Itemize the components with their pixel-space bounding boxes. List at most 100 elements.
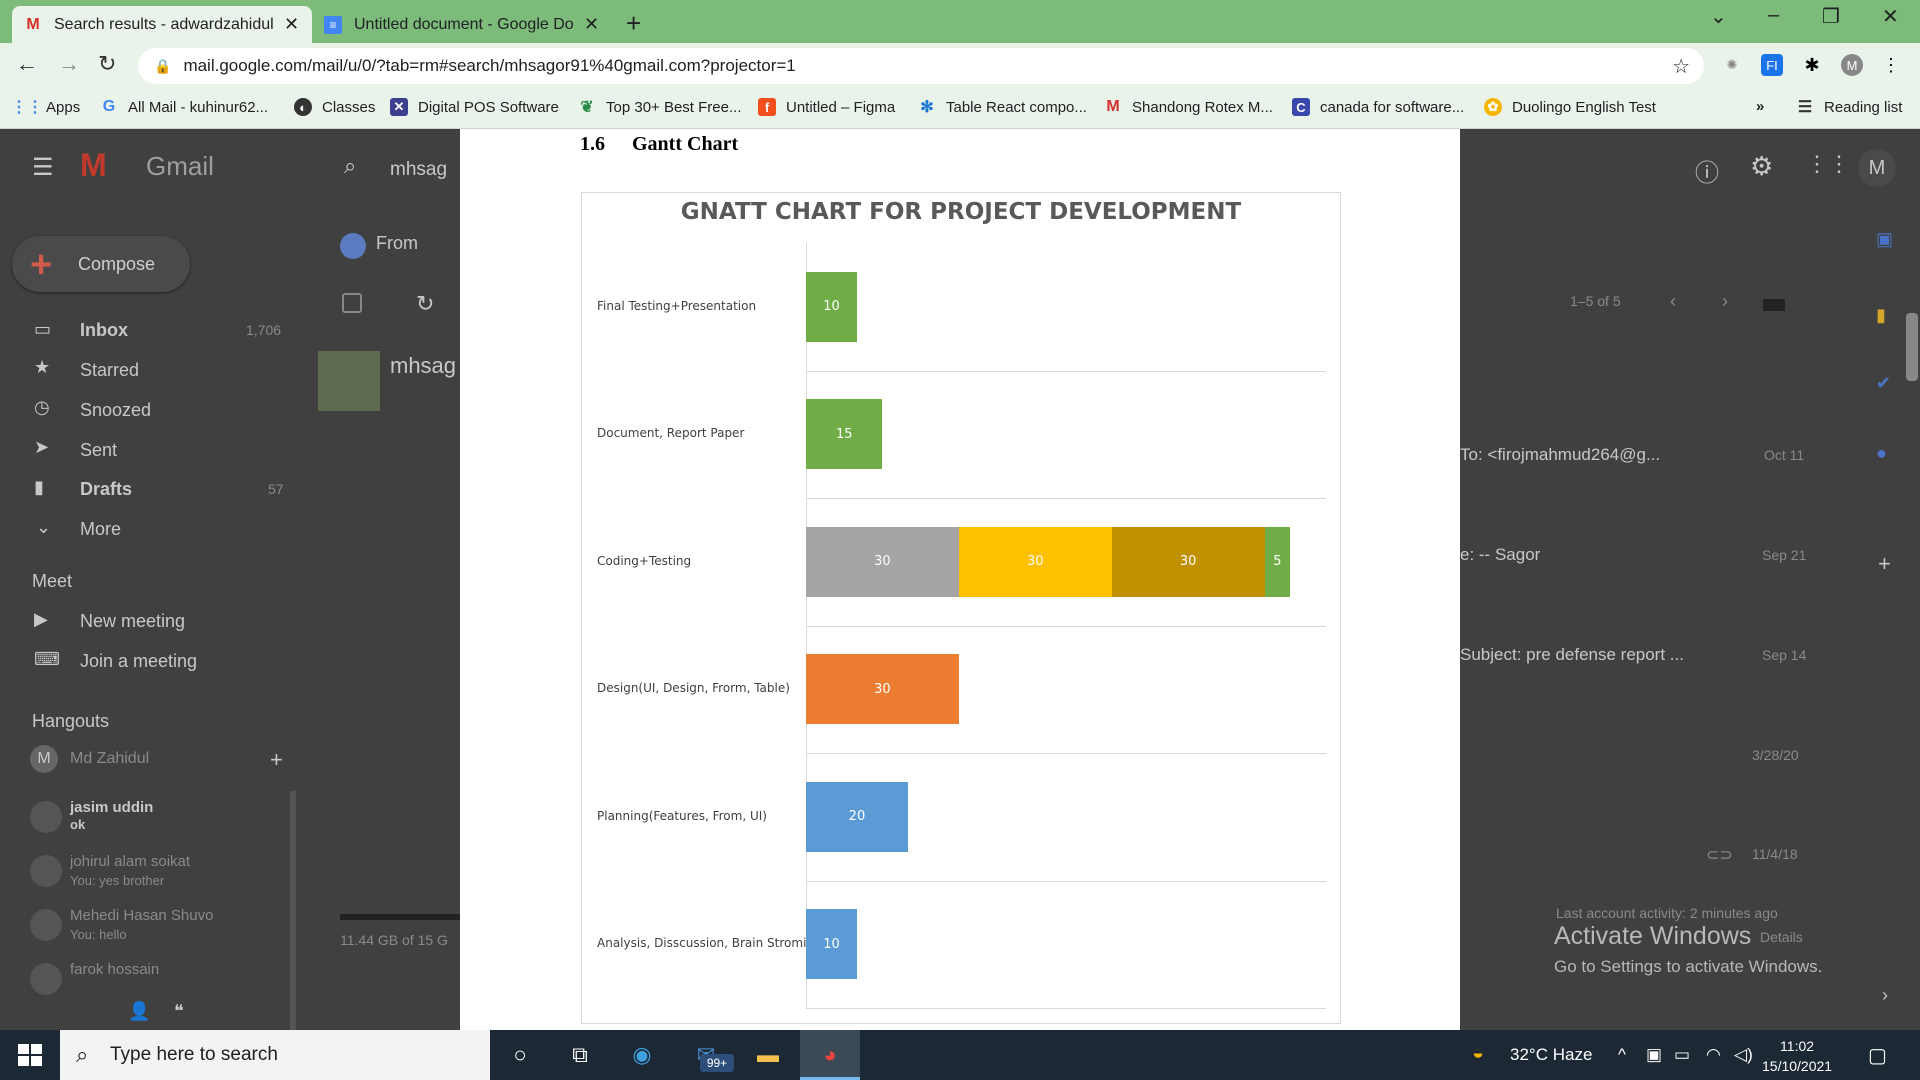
person-icon[interactable]: 👤 (128, 1001, 150, 1022)
contact-name[interactable]: jasim uddin (70, 799, 153, 816)
close-window-button[interactable]: ✕ (1882, 4, 1899, 29)
menu-dots-icon[interactable]: ⋮ (1880, 54, 1902, 76)
add-addon-icon[interactable]: + (1878, 551, 1891, 577)
nav-more[interactable]: More (80, 519, 121, 540)
contact-name[interactable]: johirul alam soikat (70, 853, 190, 870)
chevron-right-icon[interactable]: › (1882, 985, 1888, 1006)
bookmark-shandong[interactable]: M Shandong Rotex M... (1104, 98, 1273, 116)
send-icon: ➤ (34, 437, 50, 457)
nav-sent[interactable]: Sent (80, 440, 117, 461)
chart-gridline (806, 880, 1326, 882)
reading-list-button[interactable]: ☰ Reading list (1796, 98, 1903, 117)
close-tab-icon[interactable]: ✕ (584, 14, 599, 35)
join-meeting-link[interactable]: Join a meeting (80, 651, 197, 672)
keyboard-icon: ⌨ (34, 649, 60, 669)
bookmark-table-react[interactable]: ✻ Table React compo... (918, 98, 1087, 117)
battery-icon[interactable]: ▭ (1674, 1045, 1690, 1065)
puzzle-icon[interactable]: ✱ (1801, 54, 1823, 76)
chevron-down-icon: ⌄ (36, 517, 52, 537)
volume-icon[interactable]: ◁) (1734, 1045, 1753, 1065)
bookmark-top-30[interactable]: ❦ Top 30+ Best Free... (578, 98, 741, 117)
nav-drafts[interactable]: Drafts (80, 479, 132, 500)
bookmark-apps[interactable]: ⋮⋮ Apps (11, 98, 80, 117)
scrollbar[interactable] (1906, 313, 1918, 381)
email-snippet[interactable]: e: -- Sagor (1460, 545, 1540, 565)
input-tools-icon[interactable] (1763, 299, 1785, 311)
more-bookmarks-icon[interactable]: » (1756, 98, 1764, 115)
extension-fi-icon[interactable]: FI (1761, 54, 1783, 76)
settings-gear-icon[interactable]: ⚙ (1750, 151, 1773, 182)
account-avatar[interactable]: M (1858, 149, 1896, 187)
new-tab-button[interactable]: + (626, 8, 641, 39)
bookmark-canada[interactable]: C canada for software... (1292, 98, 1464, 116)
keep-icon[interactable]: ▮ (1876, 305, 1886, 326)
edge-icon[interactable]: ◉ (626, 1040, 658, 1070)
bookmark-label: canada for software... (1320, 98, 1465, 116)
chevron-up-icon[interactable]: ^ (1618, 1045, 1626, 1065)
bookmark-digital-pos[interactable]: ✕ Digital POS Software (390, 98, 559, 116)
system-clock[interactable]: 11:02 15/10/2021 (1762, 1036, 1832, 1076)
windows-start-icon[interactable] (18, 1044, 42, 1066)
add-contact-icon[interactable]: + (270, 747, 283, 773)
task-view-icon[interactable]: ⧉ (564, 1040, 596, 1070)
browser-tab-bar: M Search results - adwardzahidul19 ✕ ≡ U… (0, 0, 1920, 43)
hangouts-chat-icon[interactable]: ❝ (174, 1001, 184, 1022)
chevron-left-icon[interactable]: ‹ (1670, 291, 1676, 312)
minimize-button[interactable]: – (1768, 4, 1779, 27)
hangouts-user[interactable]: Md Zahidul (70, 750, 149, 768)
url-bar[interactable]: 🔒 mail.google.com/mail/u/0/?tab=rm#searc… (138, 48, 1704, 84)
lock-icon[interactable]: 🔒 (154, 58, 171, 75)
search-input[interactable]: mhsag (390, 159, 447, 181)
nav-snoozed[interactable]: Snoozed (80, 400, 151, 421)
calendar-icon[interactable]: ▣ (1876, 229, 1893, 250)
storage-text: 11.44 GB of 15 G (340, 932, 448, 948)
sender-preview[interactable]: mhsag (390, 353, 456, 379)
chevron-right-icon[interactable]: › (1722, 291, 1728, 312)
refresh-icon[interactable]: ↻ (416, 291, 434, 317)
from-filter[interactable]: From (376, 233, 418, 254)
back-button[interactable]: ← (16, 51, 38, 77)
compose-button[interactable]: + Compose (12, 236, 190, 292)
tab-search-icon[interactable]: ⌄ (1710, 4, 1727, 29)
extension-icon[interactable]: ✺ (1721, 54, 1743, 76)
google-apps-icon[interactable]: ⋮⋮ (1806, 151, 1850, 177)
meet-heading: Meet (32, 571, 73, 591)
restore-button[interactable]: ❐ (1822, 4, 1840, 29)
close-tab-icon[interactable]: ✕ (284, 14, 299, 35)
file-explorer-icon[interactable]: ▬ (752, 1040, 784, 1070)
taskbar-search-box[interactable]: ⌕ Type here to search (60, 1030, 490, 1080)
bookmark-star-icon[interactable]: ☆ (1672, 54, 1690, 79)
tasks-icon[interactable]: ✔ (1876, 373, 1891, 394)
reload-button[interactable]: ↻ (98, 51, 116, 77)
bookmark-label: Classes (322, 98, 376, 116)
contact-name[interactable]: Mehedi Hasan Shuvo (70, 907, 213, 924)
contact-name[interactable]: farok hossain (70, 961, 159, 978)
new-meeting-link[interactable]: New meeting (80, 611, 185, 632)
wifi-icon[interactable]: ◠ (1706, 1045, 1721, 1065)
cortana-icon[interactable]: ○ (504, 1040, 536, 1070)
help-icon[interactable]: ⓘ (1695, 153, 1719, 188)
search-icon: ⌕ (76, 1042, 89, 1067)
notifications-icon[interactable]: ▢ (1868, 1043, 1887, 1068)
search-icon[interactable]: ⌕ (344, 153, 356, 179)
contacts-icon[interactable]: ● (1876, 443, 1887, 464)
tab-google-doc[interactable]: ≡ Untitled document - Google Doc ✕ (312, 6, 612, 43)
profile-avatar[interactable]: M (1841, 54, 1863, 76)
forward-button[interactable]: → (58, 51, 80, 77)
main-menu-icon[interactable]: ☰ (32, 153, 54, 182)
weather-icon[interactable]: ◒ (1472, 1042, 1484, 1065)
bookmark-duolingo[interactable]: ✿ Duolingo English Test (1484, 98, 1656, 116)
chrome-icon[interactable]: ◕ (814, 1040, 846, 1070)
bookmark-classes[interactable]: ◐ Classes (294, 98, 375, 116)
nav-starred[interactable]: Starred (80, 360, 139, 381)
nav-inbox[interactable]: Inbox (80, 320, 128, 341)
scrollbar[interactable] (290, 791, 296, 1031)
email-snippet[interactable]: Subject: pre defense report ... (1460, 645, 1684, 665)
select-all-checkbox[interactable] (342, 293, 362, 313)
email-snippet[interactable]: To: <firojmahmud264@g... (1460, 445, 1660, 465)
bookmark-all-mail[interactable]: G All Mail - kuhinur62... (100, 98, 268, 116)
bookmark-figma[interactable]: f Untitled – Figma (758, 98, 895, 116)
weather-text[interactable]: 32°C Haze (1510, 1045, 1592, 1065)
tab-gmail-search[interactable]: M Search results - adwardzahidul19 ✕ (12, 6, 312, 43)
meet-now-icon[interactable]: ▣ (1646, 1045, 1662, 1065)
